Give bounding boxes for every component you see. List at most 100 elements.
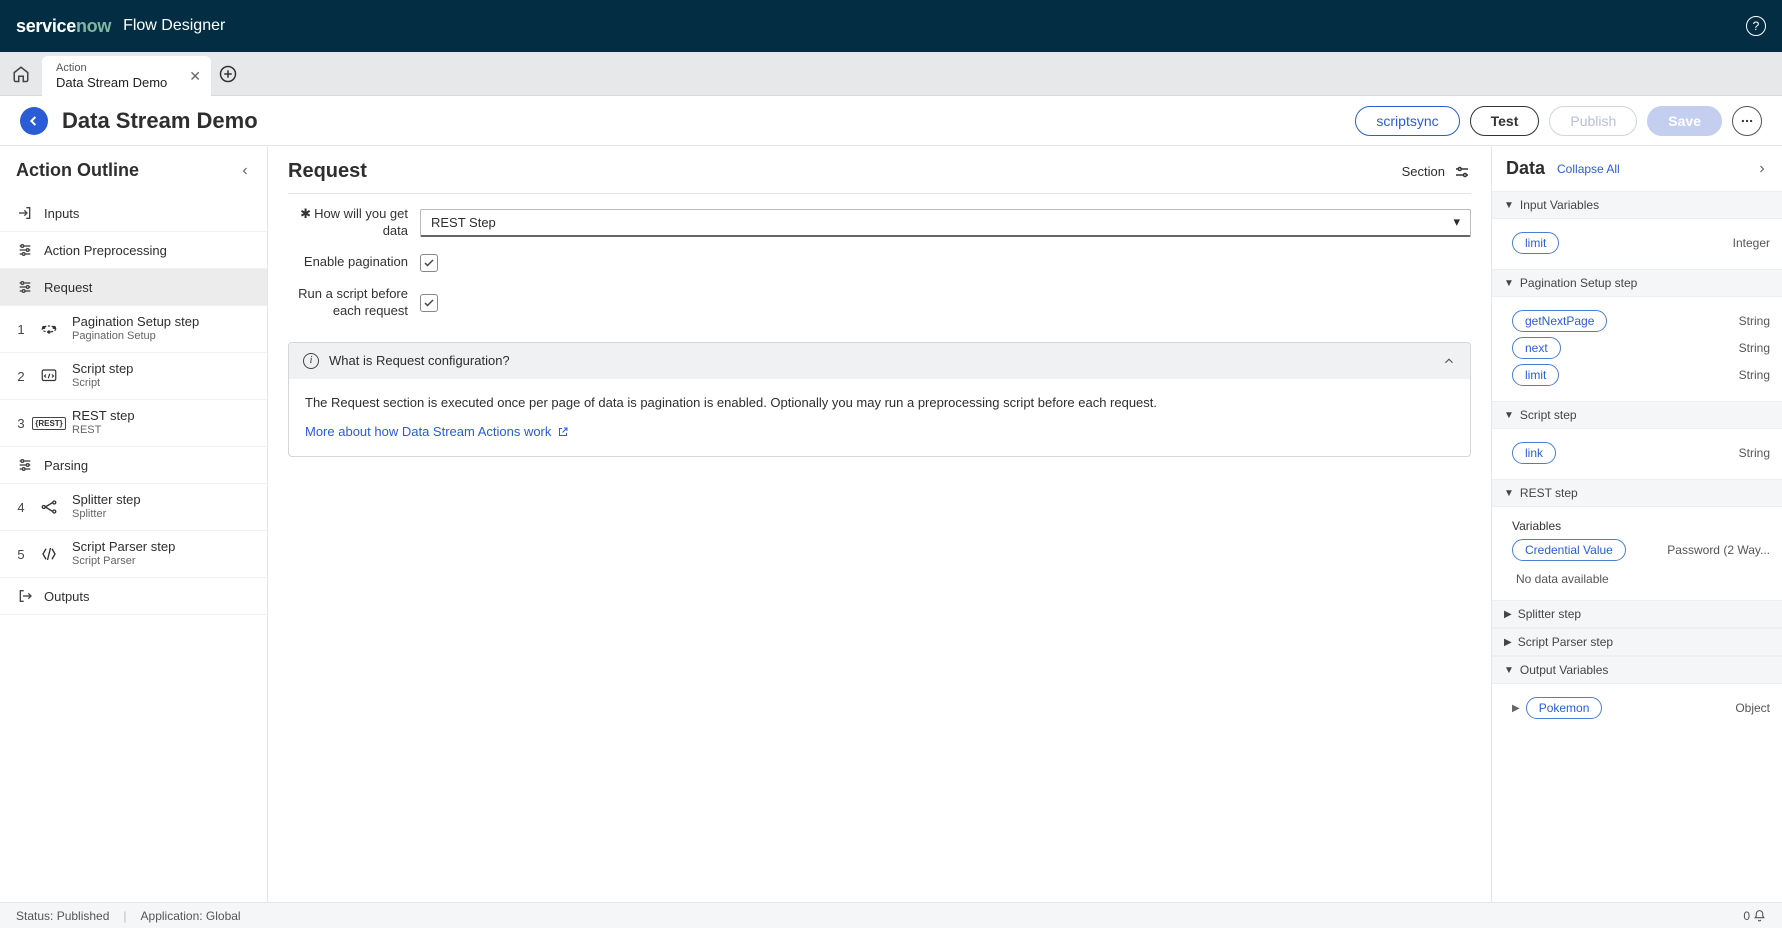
step-sub: Script Parser	[72, 555, 175, 569]
splitter-icon	[36, 497, 62, 517]
info-icon: i	[303, 353, 319, 369]
variable-type: Integer	[1733, 236, 1770, 250]
outline-request[interactable]: Request	[0, 269, 267, 306]
section-header[interactable]: ▼REST step	[1492, 479, 1782, 507]
step-script-parser[interactable]: 5 Script Parser step Script Parser	[0, 531, 267, 578]
variable-type: String	[1739, 314, 1770, 328]
more-button[interactable]	[1732, 106, 1762, 136]
variable-pill[interactable]: Credential Value	[1512, 539, 1626, 561]
tab-action[interactable]: Action Data Stream Demo ✕	[42, 56, 211, 96]
notification-count: 0	[1743, 909, 1750, 923]
info-panel: i What is Request configuration? The Req…	[288, 342, 1471, 457]
step-sub: Splitter	[72, 508, 141, 522]
data-panel: Data Collapse All ▼Input Variables limit…	[1492, 146, 1782, 902]
outline-outputs[interactable]: Outputs	[0, 578, 267, 615]
content-heading: Request	[288, 160, 367, 183]
collapse-outline-button[interactable]	[239, 165, 251, 177]
step-number: 5	[16, 547, 26, 562]
expand-icon[interactable]: ▶	[1512, 703, 1520, 714]
request-icon	[16, 279, 34, 295]
outputs-icon	[16, 588, 34, 604]
data-section-rest-step: ▼REST step Variables Credential Value Pa…	[1492, 479, 1782, 600]
outline-preprocessing[interactable]: Action Preprocessing	[0, 232, 267, 269]
enable-pagination-checkbox[interactable]	[420, 254, 438, 272]
brand-right: now	[76, 16, 111, 36]
app-name: Flow Designer	[123, 17, 225, 35]
preprocessing-icon	[16, 242, 34, 258]
section-header[interactable]: ▼Pagination Setup step	[1492, 269, 1782, 297]
outline-request-label: Request	[44, 280, 92, 295]
section-header[interactable]: ▶Splitter step	[1492, 600, 1782, 628]
close-icon[interactable]: ✕	[187, 66, 203, 87]
step-splitter[interactable]: 4 Splitter step Splitter	[0, 484, 267, 531]
chevron-right-icon[interactable]	[1756, 163, 1768, 175]
data-section-splitter-step: ▶Splitter step	[1492, 600, 1782, 628]
status-bar: Status: Published | Application: Global …	[0, 902, 1782, 928]
chevron-down-icon: ▾	[1453, 214, 1460, 230]
how-get-data-label: ✱How will you get data	[288, 206, 408, 240]
data-title: Data	[1506, 158, 1545, 179]
tab-name: Data Stream Demo	[56, 75, 167, 91]
outline-parsing-label: Parsing	[44, 458, 88, 473]
step-number: 4	[16, 500, 26, 515]
section-header[interactable]: ▼Script step	[1492, 401, 1782, 429]
step-title: REST step	[72, 408, 135, 424]
step-rest[interactable]: 3 {REST} REST step REST	[0, 400, 267, 447]
variable-pill[interactable]: getNextPage	[1512, 310, 1607, 332]
variable-row: Credential Value Password (2 Way...	[1512, 539, 1770, 561]
info-link[interactable]: More about how Data Stream Actions work	[305, 422, 569, 442]
outline-outputs-label: Outputs	[44, 589, 90, 604]
inputs-icon	[16, 205, 34, 221]
step-title: Script Parser step	[72, 539, 175, 555]
info-panel-header[interactable]: i What is Request configuration?	[289, 343, 1470, 379]
info-body-text: The Request section is executed once per…	[305, 393, 1454, 413]
help-icon[interactable]: ?	[1746, 16, 1766, 36]
add-tab-button[interactable]	[211, 52, 245, 95]
save-button[interactable]: Save	[1647, 106, 1722, 136]
status-text: Status: Published	[16, 909, 109, 923]
step-pagination-setup[interactable]: 1 Pagination Setup step Pagination Setup	[0, 306, 267, 353]
content-area: Request Section ✱How will you get data R…	[268, 146, 1492, 902]
run-script-label: Run a script before each request	[288, 286, 408, 320]
variable-type: String	[1739, 446, 1770, 460]
info-head-text: What is Request configuration?	[329, 353, 510, 368]
run-script-checkbox[interactable]	[420, 294, 438, 312]
bell-icon[interactable]	[1753, 909, 1766, 922]
select-value: REST Step	[431, 215, 496, 230]
test-button[interactable]: Test	[1470, 106, 1540, 136]
back-button[interactable]	[20, 107, 48, 135]
step-title: Pagination Setup step	[72, 314, 199, 330]
brand-left: service	[16, 16, 76, 36]
variable-pill[interactable]: Pokemon	[1526, 697, 1603, 719]
variable-pill[interactable]: limit	[1512, 232, 1559, 254]
top-banner: servicenow Flow Designer ?	[0, 0, 1782, 52]
sliders-icon	[1453, 163, 1471, 181]
step-number: 3	[16, 416, 26, 431]
data-section-script-step: ▼Script step link String	[1492, 401, 1782, 479]
variable-type: Object	[1735, 701, 1770, 715]
variable-pill[interactable]: limit	[1512, 364, 1559, 386]
variable-pill[interactable]: next	[1512, 337, 1561, 359]
variables-label: Variables	[1512, 519, 1770, 533]
publish-button[interactable]: Publish	[1549, 106, 1637, 136]
scriptsync-button[interactable]: scriptsync	[1355, 106, 1459, 136]
variable-pill[interactable]: link	[1512, 442, 1556, 464]
variable-row: limit Integer	[1512, 232, 1770, 254]
step-script[interactable]: 2 Script step Script	[0, 353, 267, 400]
variable-row: ▶ Pokemon Object	[1512, 697, 1770, 719]
variable-row: next String	[1512, 337, 1770, 359]
section-header[interactable]: ▼Input Variables	[1492, 191, 1782, 219]
step-title: Splitter step	[72, 492, 141, 508]
variable-type: String	[1739, 341, 1770, 355]
collapse-all-link[interactable]: Collapse All	[1557, 162, 1620, 176]
section-header[interactable]: ▶Script Parser step	[1492, 628, 1782, 656]
enable-pagination-label: Enable pagination	[288, 254, 408, 271]
how-get-data-select[interactable]: REST Step ▾	[420, 209, 1471, 237]
data-section-pagination-setup: ▼Pagination Setup step getNextPage Strin…	[1492, 269, 1782, 401]
outline-parsing[interactable]: Parsing	[0, 447, 267, 484]
section-header[interactable]: ▼Output Variables	[1492, 656, 1782, 684]
rest-icon: {REST}	[36, 413, 62, 433]
outline-inputs[interactable]: Inputs	[0, 195, 267, 232]
home-button[interactable]	[0, 52, 42, 95]
section-toggle[interactable]: Section	[1402, 163, 1471, 181]
